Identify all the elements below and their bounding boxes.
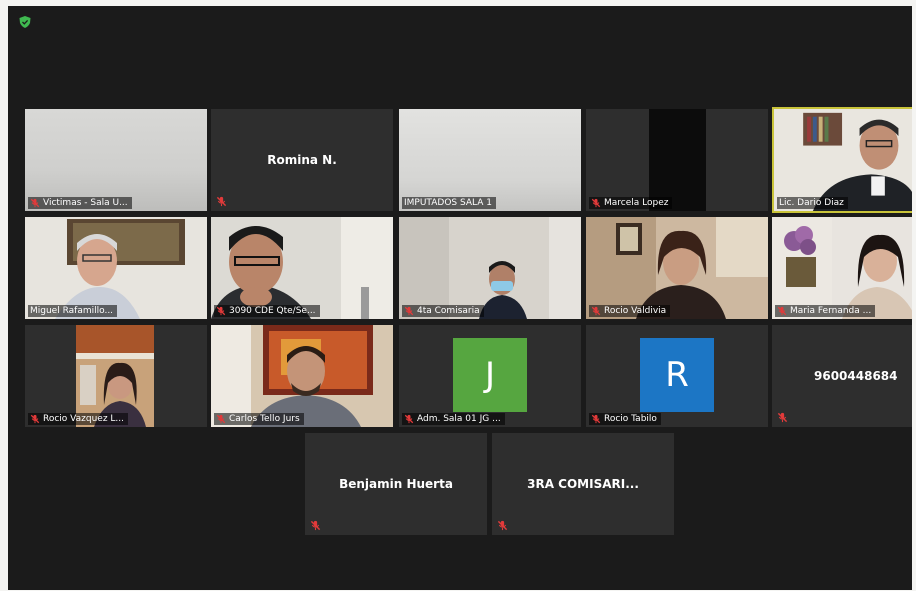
mic-muted-icon [216, 306, 226, 316]
participant-name: Rocio Tabilo [604, 414, 657, 424]
participant-tile-victimas[interactable]: Victimas - Sala U... [25, 109, 207, 211]
video-feed [399, 109, 581, 211]
mic-muted-icon [591, 198, 601, 208]
participant-name: Marcela Lopez [604, 198, 669, 208]
mic-muted-icon [404, 306, 414, 316]
video-feed [772, 217, 912, 319]
participant-tile-maria-fernanda[interactable]: Maria Fernanda ... [772, 217, 912, 319]
participant-name: Rocio Vazquez L... [43, 414, 125, 424]
video-feed [774, 109, 912, 211]
mic-muted-icon [30, 414, 40, 424]
participant-tile-rocio-valdivia[interactable]: Rocio Valdivia [586, 217, 768, 319]
participant-name: Adm. Sala 01 JG ... [417, 414, 501, 424]
mic-muted-icon [404, 414, 414, 424]
video-feed [399, 217, 581, 319]
mic-muted-icon [497, 520, 508, 531]
video-feed [649, 109, 706, 211]
participant-tile-4ta-comisaria[interactable]: 4ta Comisaria [399, 217, 581, 319]
participant-name: Victimas - Sala U... [43, 198, 128, 208]
participant-tile-adm-sala[interactable]: J Adm. Sala 01 JG ... [399, 325, 581, 427]
participant-tile-benjamin-huerta[interactable]: Benjamin Huerta [305, 433, 487, 535]
mic-muted-icon [30, 198, 40, 208]
participant-label: Adm. Sala 01 JG ... [402, 413, 505, 425]
participant-name: Miguel Rafamillo... [30, 306, 114, 316]
participant-label: Rocio Tabilo [589, 413, 661, 425]
avatar: J [453, 338, 527, 412]
participant-label: Miguel Rafamillo... [28, 305, 118, 317]
video-feed [586, 217, 768, 319]
participant-label: IMPUTADOS SALA 1 [402, 197, 496, 209]
participant-name: Rocio Valdivia [604, 306, 667, 316]
participant-label: Lic. Dario Diaz [777, 197, 848, 209]
video-feed [211, 217, 393, 319]
participant-label: Rocio Vazquez L... [28, 413, 129, 425]
participant-tile-dario[interactable]: Lic. Dario Diaz [772, 107, 912, 213]
participant-label: 4ta Comisaria [402, 305, 484, 317]
participant-tile-imputados[interactable]: IMPUTADOS SALA 1 [399, 109, 581, 211]
participant-name-center: 9600448684 [814, 369, 898, 383]
participant-label: Marcela Lopez [589, 197, 673, 209]
participant-name: IMPUTADOS SALA 1 [404, 198, 492, 208]
participant-tile-miguel[interactable]: Miguel Rafamillo... [25, 217, 207, 319]
participant-label: Victimas - Sala U... [28, 197, 132, 209]
participant-name: Carlos Tello Jurs [229, 414, 300, 424]
participant-label: 3090 CDE Qte/Se... [214, 305, 320, 317]
participant-name: 4ta Comisaria [417, 306, 480, 316]
encryption-shield-icon[interactable] [18, 15, 32, 29]
participant-tile-romina[interactable]: Romina N. [211, 109, 393, 211]
participant-name: 3090 CDE Qte/Se... [229, 306, 316, 316]
participant-tile-3090-cde[interactable]: 3090 CDE Qte/Se... [211, 217, 393, 319]
video-feed [25, 217, 207, 319]
video-feed [25, 109, 207, 211]
avatar-initial: J [484, 355, 496, 395]
video-feed [76, 325, 154, 427]
mic-muted-icon [310, 520, 321, 531]
mic-muted-icon [216, 196, 227, 207]
mic-muted-icon [591, 414, 601, 424]
participant-label: Rocio Valdivia [589, 305, 671, 317]
participant-tile-9600448684[interactable]: 9600448684 [772, 325, 912, 427]
meeting-window: Victimas - Sala U... Romina N. IMPUTADOS… [8, 6, 912, 590]
mic-muted-icon [591, 306, 601, 316]
video-feed [211, 325, 393, 427]
participant-name: Maria Fernanda ... [790, 306, 872, 316]
participant-name: Lic. Dario Diaz [779, 198, 844, 208]
participant-tile-3ra-comisaria[interactable]: 3RA COMISARI... [492, 433, 674, 535]
mic-muted-icon [777, 306, 787, 316]
participant-tile-rocio-vazquez[interactable]: Rocio Vazquez L... [25, 325, 207, 427]
participant-label: Carlos Tello Jurs [214, 413, 304, 425]
participant-tile-rocio-tabilo[interactable]: R Rocio Tabilo [586, 325, 768, 427]
participant-tile-carlos-tello[interactable]: Carlos Tello Jurs [211, 325, 393, 427]
participant-name-center: Romina N. [267, 153, 337, 167]
participant-label: Maria Fernanda ... [775, 305, 876, 317]
participant-name-center: Benjamin Huerta [339, 477, 453, 491]
avatar: R [640, 338, 714, 412]
mic-muted-icon [216, 414, 226, 424]
participant-name-center: 3RA COMISARI... [527, 477, 639, 491]
avatar-initial: R [665, 355, 689, 395]
mic-muted-icon [777, 412, 788, 423]
participant-tile-marcela[interactable]: Marcela Lopez [586, 109, 768, 211]
